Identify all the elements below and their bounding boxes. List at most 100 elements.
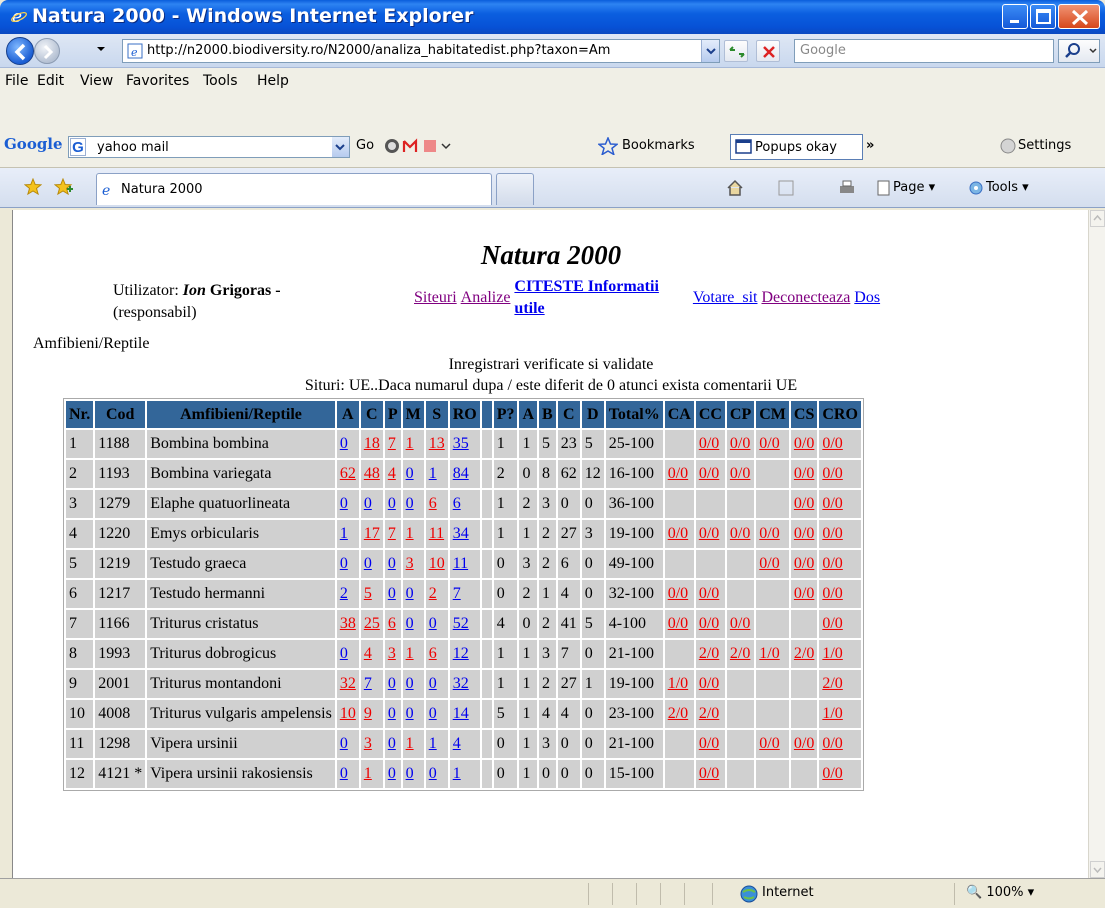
comment-link[interactable]: 0/0 [759, 435, 779, 452]
comment-link[interactable]: 0/0 [822, 465, 842, 482]
count-link[interactable]: 18 [364, 435, 380, 452]
comment-link[interactable]: 0/0 [822, 585, 842, 602]
scroll-down-arrow[interactable] [1090, 861, 1105, 878]
comment-link[interactable]: 0/0 [794, 495, 814, 512]
count-link[interactable]: 6 [388, 615, 396, 632]
count-link[interactable]: 1 [406, 525, 414, 542]
menu-help[interactable]: Help [257, 73, 289, 89]
comment-link[interactable]: 0/0 [794, 585, 814, 602]
count-link[interactable]: 0 [340, 555, 348, 572]
comment-link[interactable]: 0/0 [822, 555, 842, 572]
comment-link[interactable]: 0/0 [699, 675, 719, 692]
settings-button[interactable]: Settings [1018, 138, 1071, 153]
count-link[interactable]: 32 [340, 675, 356, 692]
comment-link[interactable]: 0/0 [822, 615, 842, 632]
comment-link[interactable]: 0/0 [822, 525, 842, 542]
count-link[interactable]: 1 [340, 525, 348, 542]
comment-link[interactable]: 0/0 [794, 525, 814, 542]
count-link[interactable]: 11 [429, 525, 444, 542]
count-link[interactable]: 10 [429, 555, 445, 572]
count-link[interactable]: 4 [388, 465, 396, 482]
count-link[interactable]: 48 [364, 465, 380, 482]
count-link[interactable]: 2 [340, 585, 348, 602]
comment-link[interactable]: 0/0 [730, 525, 750, 542]
comment-link[interactable]: 0/0 [822, 435, 842, 452]
scroll-up-arrow[interactable] [1090, 210, 1105, 227]
count-link[interactable]: 0 [388, 765, 396, 782]
count-link[interactable]: 0 [406, 585, 414, 602]
count-link[interactable]: 62 [340, 465, 356, 482]
refresh-button[interactable] [724, 40, 748, 62]
count-link[interactable]: 0 [364, 495, 372, 512]
menu-tools[interactable]: Tools [203, 73, 238, 89]
count-link[interactable]: 0 [388, 555, 396, 572]
count-link[interactable]: 0 [340, 735, 348, 752]
search-button[interactable] [1058, 39, 1100, 63]
comment-link[interactable]: 0/0 [699, 585, 719, 602]
count-link[interactable]: 9 [364, 705, 372, 722]
count-link[interactable]: 11 [453, 555, 468, 572]
count-link[interactable]: 0 [406, 615, 414, 632]
comment-link[interactable]: 0/0 [699, 735, 719, 752]
back-button[interactable] [6, 37, 34, 65]
count-link[interactable]: 3 [388, 645, 396, 662]
google-search-input[interactable]: G yahoo mail [68, 136, 350, 158]
tools-menu-button[interactable]: Tools ▾ [986, 180, 1029, 195]
tab-natura-2000[interactable]: e Natura 2000 [96, 173, 492, 205]
favorites-star-icon[interactable] [24, 178, 42, 196]
count-link[interactable]: 0 [388, 735, 396, 752]
count-link[interactable]: 35 [453, 435, 469, 452]
link-siteuri[interactable]: Siteuri [414, 289, 457, 306]
count-link[interactable]: 0 [406, 465, 414, 482]
google-search-dropdown[interactable] [332, 137, 349, 157]
count-link[interactable]: 0 [388, 585, 396, 602]
comment-link[interactable]: 0/0 [794, 435, 814, 452]
count-link[interactable]: 0 [340, 495, 348, 512]
count-link[interactable]: 32 [453, 675, 469, 692]
comment-link[interactable]: 0/0 [759, 525, 779, 542]
count-link[interactable]: 13 [429, 435, 445, 452]
home-icon[interactable] [726, 179, 744, 197]
comment-link[interactable]: 0/0 [730, 435, 750, 452]
count-link[interactable]: 1 [406, 735, 414, 752]
stop-button[interactable] [756, 40, 780, 62]
search-input[interactable]: Google [794, 39, 1054, 63]
menu-view[interactable]: View [80, 73, 113, 89]
count-link[interactable]: 0 [388, 495, 396, 512]
comment-link[interactable]: 2/0 [794, 645, 814, 662]
comment-link[interactable]: 1/0 [668, 675, 688, 692]
link-analize[interactable]: Analize [461, 289, 511, 306]
comment-link[interactable]: 0/0 [794, 555, 814, 572]
toolbar-overflow-button[interactable]: » [866, 138, 874, 153]
count-link[interactable]: 0 [406, 765, 414, 782]
comment-link[interactable]: 0/0 [794, 735, 814, 752]
count-link[interactable]: 17 [364, 525, 380, 542]
maximize-button[interactable] [1030, 4, 1056, 29]
link-citeste-informatii[interactable]: CITESTE Informatii utile [514, 278, 658, 317]
comment-link[interactable]: 0/0 [668, 465, 688, 482]
menu-file[interactable]: File [5, 73, 28, 89]
comment-link[interactable]: 0/0 [699, 435, 719, 452]
count-link[interactable]: 1 [429, 465, 437, 482]
forward-button[interactable] [34, 38, 60, 64]
comment-link[interactable]: 2/0 [822, 675, 842, 692]
comment-link[interactable]: 1/0 [822, 705, 842, 722]
count-link[interactable]: 38 [340, 615, 356, 632]
count-link[interactable]: 3 [364, 735, 372, 752]
menu-favorites[interactable]: Favorites [126, 73, 189, 89]
count-link[interactable]: 7 [388, 525, 396, 542]
count-link[interactable]: 12 [453, 645, 469, 662]
count-link[interactable]: 0 [406, 705, 414, 722]
comment-link[interactable]: 1/0 [759, 645, 779, 662]
count-link[interactable]: 6 [429, 495, 437, 512]
comment-link[interactable]: 0/0 [794, 465, 814, 482]
count-link[interactable]: 0 [429, 615, 437, 632]
count-link[interactable]: 6 [429, 645, 437, 662]
zoom-level[interactable]: 🔍 100% ▾ [966, 885, 1034, 900]
count-link[interactable]: 0 [429, 765, 437, 782]
bookmarks-button[interactable]: Bookmarks [622, 138, 695, 153]
count-link[interactable]: 7 [364, 675, 372, 692]
count-link[interactable]: 0 [429, 675, 437, 692]
count-link[interactable]: 3 [406, 555, 414, 572]
vertical-scrollbar[interactable] [1088, 210, 1105, 878]
